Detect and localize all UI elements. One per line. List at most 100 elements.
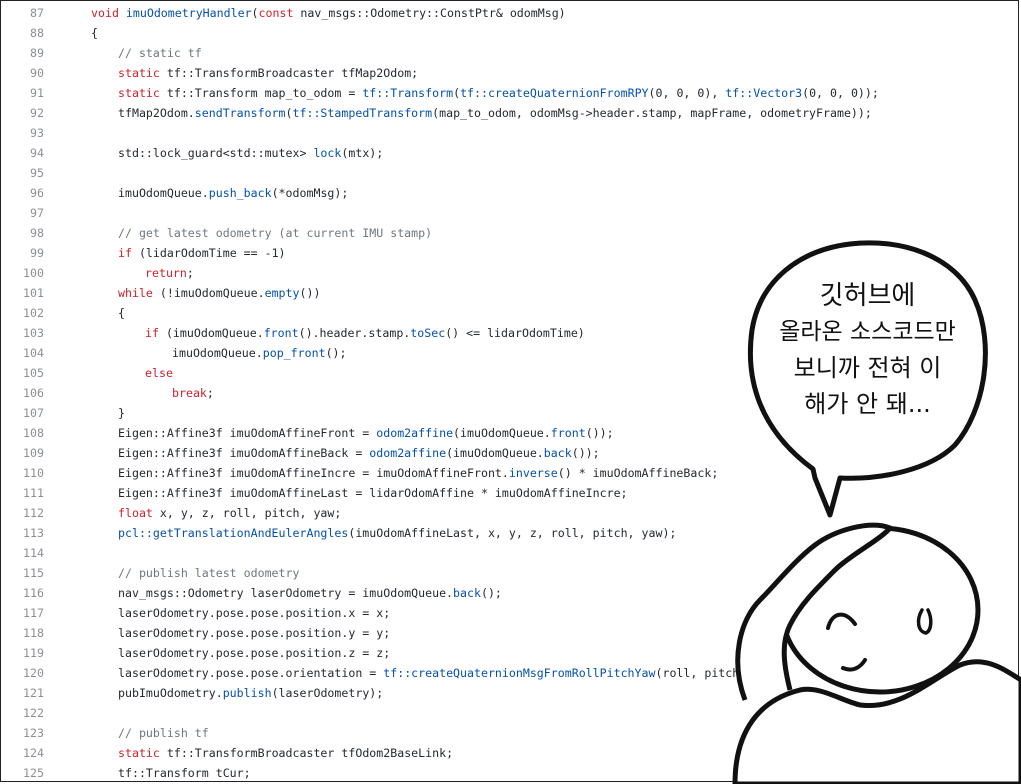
- code-line: 123 // publish tf: [0, 723, 1019, 743]
- code-line: 125 tf::Transform tCur;: [0, 763, 1019, 783]
- code-text: }: [118, 406, 125, 420]
- code-line: 121 pubImuOdometry.publish(laserOdometry)…: [0, 683, 1019, 703]
- code-text: pcl::getTranslationAndEulerAngles(imuOdo…: [118, 526, 677, 540]
- line-number: 99: [30, 246, 44, 260]
- line-number: 102: [23, 306, 44, 320]
- code-line: 98 // get latest odometry (at current IMU…: [0, 223, 1019, 243]
- code-text: imuOdomQueue.pop_front();: [172, 346, 347, 360]
- code-text: {: [91, 26, 98, 40]
- line-number: 105: [23, 366, 44, 380]
- line-number: 87: [30, 6, 44, 20]
- line-number: 123: [23, 726, 44, 740]
- line-number: 112: [23, 506, 44, 520]
- line-number: 106: [23, 386, 44, 400]
- code-line: 120 laserOdometry.pose.pose.orientation =…: [0, 663, 1019, 683]
- code-text: Eigen::Affine3f imuOdomAffineIncre = imu…: [118, 466, 719, 480]
- line-number: 94: [30, 146, 44, 160]
- line-number: 97: [30, 206, 44, 220]
- code-line: 117 laserOdometry.pose.pose.position.x = …: [0, 603, 1019, 623]
- line-number: 116: [23, 586, 44, 600]
- code-line: 92 tfMap2Odom.sendTransform(tf::StampedTr…: [0, 103, 1019, 123]
- line-number: 109: [23, 446, 44, 460]
- line-number: 125: [23, 766, 44, 780]
- code-text: // publish tf: [118, 726, 209, 740]
- code-text: laserOdometry.pose.pose.position.z = z;: [118, 646, 391, 660]
- code-text: while (!imuOdomQueue.empty()): [118, 286, 321, 300]
- code-line: 90 static tf::TransformBroadcaster tfMap2…: [0, 63, 1019, 83]
- code-line: 96 imuOdomQueue.push_back(*odomMsg);: [0, 183, 1019, 203]
- line-number: 95: [30, 166, 44, 180]
- code-line: 110 Eigen::Affine3f imuOdomAffineIncre = …: [0, 463, 1019, 483]
- line-number: 122: [23, 706, 44, 720]
- code-text: return;: [145, 266, 194, 280]
- code-line: 89 // static tf: [0, 43, 1019, 63]
- code-text: Eigen::Affine3f imuOdomAffineFront = odo…: [118, 426, 614, 440]
- code-text: // get latest odometry (at current IMU s…: [118, 226, 433, 240]
- code-text: nav_msgs::Odometry laserOdometry = imuOd…: [118, 586, 502, 600]
- code-text: tf::Transform tCur;: [118, 766, 251, 780]
- code-text: if (lidarOdomTime == -1): [118, 246, 286, 260]
- code-text: static tf::TransformBroadcaster tfOdom2B…: [118, 746, 454, 760]
- code-line: 93: [0, 123, 1019, 143]
- code-line: 87 void imuOdometryHandler(const nav_msgs…: [0, 3, 1019, 23]
- line-number: 108: [23, 426, 44, 440]
- code-line: 115 // publish latest odometry: [0, 563, 1019, 583]
- code-text: pubImuOdometry.publish(laserOdometry);: [118, 686, 384, 700]
- line-number: 96: [30, 186, 44, 200]
- code-text: // publish latest odometry: [118, 566, 300, 580]
- line-number: 118: [23, 626, 44, 640]
- line-number: 121: [23, 686, 44, 700]
- code-line: 119 laserOdometry.pose.pose.position.z = …: [0, 643, 1019, 663]
- line-number: 92: [30, 106, 44, 120]
- code-line: 116 nav_msgs::Odometry laserOdometry = im…: [0, 583, 1019, 603]
- line-number: 113: [23, 526, 44, 540]
- code-line: 95: [0, 163, 1019, 183]
- code-text: float x, y, z, roll, pitch, yaw;: [118, 506, 342, 520]
- code-line: 112 float x, y, z, roll, pitch, yaw;: [0, 503, 1019, 523]
- line-number: 101: [23, 286, 44, 300]
- code-line: 94 std::lock_guard<std::mutex> lock(mtx);: [0, 143, 1019, 163]
- speech-bubble-text: 깃허브에 올라온 소스코드만 보니까 전혀 이 해가 안 돼...: [760, 278, 975, 422]
- line-number: 88: [30, 26, 44, 40]
- code-line: 114: [0, 543, 1019, 563]
- line-number: 89: [30, 46, 44, 60]
- code-text: else: [145, 366, 173, 380]
- code-line: 88 {: [0, 23, 1019, 43]
- code-line: 91 static tf::Transform map_to_odom = tf:…: [0, 83, 1019, 103]
- code-text: break;: [172, 386, 214, 400]
- code-text: static tf::TransformBroadcaster tfMap2Od…: [118, 66, 419, 80]
- line-number: 91: [30, 86, 44, 100]
- code-text: Eigen::Affine3f imuOdomAffineBack = odom…: [118, 446, 600, 460]
- line-number: 103: [23, 326, 44, 340]
- code-line: 124 static tf::TransformBroadcaster tfOdo…: [0, 743, 1019, 763]
- line-number: 119: [23, 646, 44, 660]
- bubble-line-4: 해가 안 돼...: [804, 390, 931, 418]
- code-text: if (imuOdomQueue.front().header.stamp.to…: [145, 326, 585, 340]
- line-number: 115: [23, 566, 44, 580]
- code-text: // static tf: [118, 46, 202, 60]
- code-line: 111 Eigen::Affine3f imuOdomAffineLast = l…: [0, 483, 1019, 503]
- code-text: Eigen::Affine3f imuOdomAffineLast = lida…: [118, 486, 628, 500]
- line-number: 111: [23, 486, 44, 500]
- line-number: 90: [30, 66, 44, 80]
- bubble-line-1: 깃허브에: [819, 281, 916, 311]
- line-number: 120: [23, 666, 44, 680]
- code-text: tfMap2Odom.sendTransform(tf::StampedTran…: [118, 106, 872, 120]
- line-number: 100: [23, 266, 44, 280]
- code-text: laserOdometry.pose.pose.position.x = x;: [118, 606, 391, 620]
- code-line: 109 Eigen::Affine3f imuOdomAffineBack = o…: [0, 443, 1019, 463]
- code-text: laserOdometry.pose.pose.position.y = y;: [118, 626, 391, 640]
- line-number: 110: [23, 466, 44, 480]
- code-text: void imuOdometryHandler(const nav_msgs::…: [91, 6, 566, 20]
- code-line: 118 laserOdometry.pose.pose.position.y = …: [0, 623, 1019, 643]
- code-text: static tf::Transform map_to_odom = tf::T…: [118, 86, 879, 100]
- code-text: {: [118, 306, 125, 320]
- code-line: 97: [0, 203, 1019, 223]
- bubble-line-3: 보니까 전혀 이: [793, 354, 942, 382]
- code-line: 108 Eigen::Affine3f imuOdomAffineFront = …: [0, 423, 1019, 443]
- code-line: 113 pcl::getTranslationAndEulerAngles(imu…: [0, 523, 1019, 543]
- code-line: 99 if (lidarOdomTime == -1): [0, 243, 1019, 263]
- code-text: std::lock_guard<std::mutex> lock(mtx);: [118, 146, 384, 160]
- code-text: imuOdomQueue.push_back(*odomMsg);: [118, 186, 349, 200]
- line-number: 104: [23, 346, 44, 360]
